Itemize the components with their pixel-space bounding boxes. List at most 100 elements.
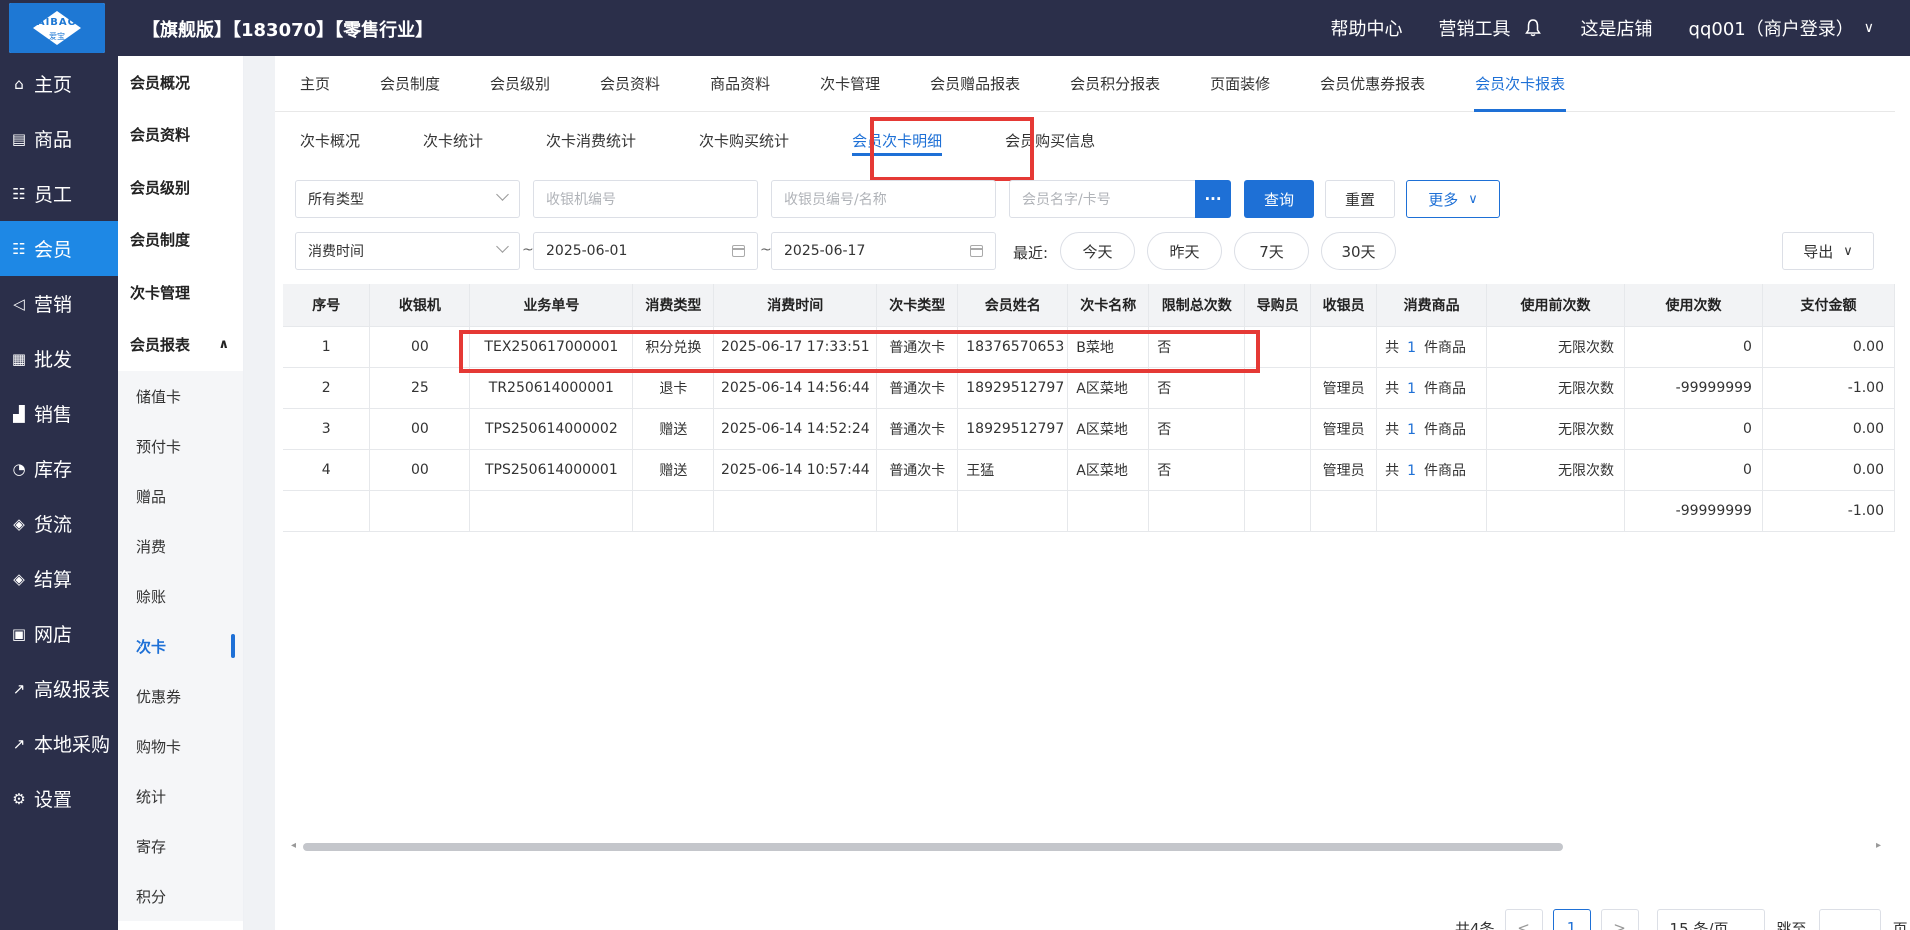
table-row[interactable]: 4 00 TPS250614000001 赠送 2025-06-14 10:57:44 普… <box>283 449 1895 491</box>
sidebar-item-report[interactable]: ↗ 高级报表 <box>0 661 118 716</box>
quick-yesterday-button[interactable]: 昨天 <box>1147 232 1222 270</box>
next-page-button[interactable]: > <box>1600 909 1639 930</box>
table-horizontal-scrollbar[interactable]: ◂ ▸ <box>291 840 1881 854</box>
subside-child-item[interactable]: 消费 <box>118 521 243 571</box>
column-header[interactable]: 会员姓名 <box>957 284 1069 327</box>
date-from-input[interactable]: 2025-06-01 <box>533 232 758 270</box>
subside-child-item[interactable]: 储值卡 <box>118 371 243 421</box>
scroll-right-icon[interactable]: ▸ <box>1876 840 1881 851</box>
goods-count-link[interactable]: 1 <box>1407 381 1416 397</box>
goods-count-link[interactable]: 1 <box>1407 422 1416 438</box>
cell-goods[interactable]: 共 1 件商品 <box>1376 367 1488 409</box>
member-input[interactable]: 会员名字/卡号 <box>1009 180 1197 218</box>
tab-item[interactable]: 会员资料 <box>575 56 685 112</box>
column-header[interactable]: 业务单号 <box>469 284 634 327</box>
subtab-item[interactable]: 次卡概况 <box>300 118 360 162</box>
subside-child-item[interactable]: 积分 <box>118 871 243 921</box>
subside-item[interactable]: 会员资料 <box>118 109 243 162</box>
sidebar-item-home[interactable]: ⌂ 主页 <box>0 56 118 111</box>
column-header[interactable]: 限制总次数 <box>1148 284 1246 327</box>
subside-child-item[interactable]: 购物卡 <box>118 721 243 771</box>
column-header[interactable]: 次卡类型 <box>876 284 959 327</box>
scroll-left-icon[interactable]: ◂ <box>291 840 296 851</box>
sidebar-item-purchase[interactable]: ↗ 本地采购 <box>0 716 118 771</box>
sidebar-item-logistics[interactable]: ◈ 货流 <box>0 496 118 551</box>
tab-item[interactable]: 商品资料 <box>685 56 795 112</box>
quick-7days-button[interactable]: 7天 <box>1234 232 1309 270</box>
bell-icon[interactable] <box>1524 19 1541 37</box>
subtab-item[interactable]: 次卡消费统计 <box>546 118 636 162</box>
tab-item[interactable]: 会员次卡报表 <box>1450 56 1590 112</box>
goods-count-link[interactable]: 1 <box>1407 463 1416 479</box>
goods-count-link[interactable]: 1 <box>1407 340 1416 356</box>
export-button[interactable]: 导出 ∨ <box>1782 232 1874 270</box>
column-header[interactable]: 收银机 <box>369 284 471 327</box>
sidebar-item-wholesale[interactable]: ▦ 批发 <box>0 331 118 386</box>
subtab-item[interactable]: 会员次卡明细 <box>852 118 943 162</box>
tab-item[interactable]: 主页 <box>275 56 355 112</box>
help-center-link[interactable]: 帮助中心 <box>1331 15 1403 41</box>
tab-item[interactable]: 会员积分报表 <box>1045 56 1185 112</box>
column-header[interactable]: 消费时间 <box>713 284 878 327</box>
column-header[interactable]: 收银员 <box>1310 284 1378 327</box>
query-button[interactable]: 查询 <box>1244 180 1314 218</box>
subside-item[interactable]: 会员概况 <box>118 56 243 109</box>
sidebar-item-staff[interactable]: ☷ 员工 <box>0 166 118 221</box>
subside-child-item[interactable]: 预付卡 <box>118 421 243 471</box>
member-picker-button[interactable]: ··· <box>1195 180 1231 218</box>
reset-button[interactable]: 重置 <box>1325 180 1395 218</box>
quick-today-button[interactable]: 今天 <box>1060 232 1135 270</box>
page-1-button[interactable]: 1 <box>1552 909 1591 930</box>
staff-input[interactable]: 收银员编号/名称 <box>771 180 996 218</box>
subside-item[interactable]: 会员级别 <box>118 161 243 214</box>
table-row[interactable]: 2 25 TR250614000001 退卡 2025-06-14 14:56:44 普通… <box>283 367 1895 409</box>
prev-page-button[interactable]: < <box>1504 909 1543 930</box>
table-row[interactable]: 3 00 TPS250614000002 赠送 2025-06-14 14:52:24 普… <box>283 408 1895 450</box>
tab-item[interactable]: 会员制度 <box>355 56 465 112</box>
subside-child-item[interactable]: 寄存 <box>118 821 243 871</box>
subside-child-item[interactable]: 统计 <box>118 771 243 821</box>
tab-item[interactable]: 会员级别 <box>465 56 575 112</box>
store-name-link[interactable]: 这是店铺 <box>1581 15 1653 41</box>
column-header[interactable]: 使用前次数 <box>1486 284 1626 327</box>
column-header[interactable]: 次卡名称 <box>1067 284 1150 327</box>
sidebar-item-settle[interactable]: ◈ 结算 <box>0 551 118 606</box>
subside-item[interactable]: 会员制度 <box>118 214 243 267</box>
marketing-tools-link[interactable]: 营销工具 <box>1439 15 1511 41</box>
subside-group-report[interactable]: 会员报表 ∧ <box>118 319 243 372</box>
subside-child-item[interactable]: 赊账 <box>118 571 243 621</box>
subside-item[interactable]: 次卡管理 <box>118 266 243 319</box>
date-to-input[interactable]: 2025-06-17 <box>771 232 996 270</box>
sidebar-item-marketing[interactable]: ◁ 营销 <box>0 276 118 331</box>
sidebar-item-stock[interactable]: ◔ 库存 <box>0 441 118 496</box>
user-menu[interactable]: qq001（商户登录） ∨ <box>1689 15 1874 41</box>
brand-logo[interactable]: AIBAO 爱宝 <box>9 3 105 53</box>
sidebar-item-sales[interactable]: ▟ 销售 <box>0 386 118 441</box>
subtab-item[interactable]: 次卡统计 <box>423 118 483 162</box>
subside-child-item[interactable]: 次卡 <box>118 621 243 671</box>
type-select[interactable]: 所有类型 <box>295 180 520 218</box>
cell-goods[interactable]: 共 1 件商品 <box>1376 408 1488 450</box>
subside-child-item[interactable]: 赠品 <box>118 471 243 521</box>
tab-item[interactable]: 页面装修 <box>1185 56 1295 112</box>
cell-goods[interactable]: 共 1 件商品 <box>1376 449 1488 491</box>
more-button[interactable]: 更多 ∨ <box>1406 180 1500 218</box>
tab-item[interactable]: 会员优惠券报表 <box>1295 56 1450 112</box>
column-header[interactable]: 使用次数 <box>1624 284 1763 327</box>
cell-goods[interactable]: 共 1 件商品 <box>1376 326 1488 368</box>
table-row[interactable]: 1 00 TEX250617000001 积分兑换 2025-06-17 17:33:5… <box>283 326 1895 368</box>
page-size-select[interactable]: 15 条/页 <box>1656 909 1765 930</box>
goto-page-input[interactable] <box>1818 909 1881 930</box>
sidebar-item-gear[interactable]: ⚙ 设置 <box>0 771 118 826</box>
column-header[interactable]: 消费类型 <box>632 284 715 327</box>
scrollbar-thumb[interactable] <box>303 843 1563 851</box>
subtab-item[interactable]: 会员购买信息 <box>1005 118 1095 162</box>
time-type-select[interactable]: 消费时间 <box>295 232 520 270</box>
sidebar-item-shop[interactable]: ▣ 网店 <box>0 606 118 661</box>
cashier-input[interactable]: 收银机编号 <box>533 180 758 218</box>
tab-item[interactable]: 次卡管理 <box>795 56 905 112</box>
column-header[interactable]: 消费商品 <box>1376 284 1488 327</box>
sidebar-item-goods[interactable]: ▤ 商品 <box>0 111 118 166</box>
sidebar-item-member[interactable]: ☷ 会员 <box>0 221 118 276</box>
tab-item[interactable]: 会员赠品报表 <box>905 56 1045 112</box>
